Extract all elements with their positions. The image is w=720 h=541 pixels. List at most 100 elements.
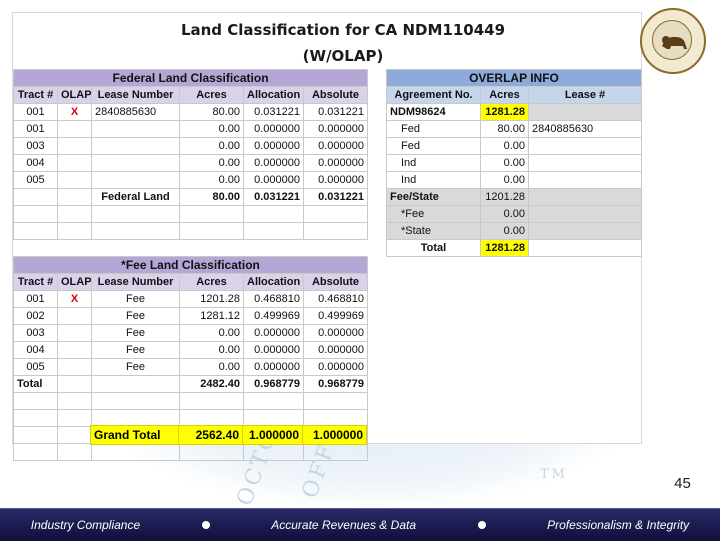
acres-cell: 0.00 xyxy=(179,154,244,172)
acres-cell: 0.00 xyxy=(480,137,529,155)
lease-cell: Fee xyxy=(91,307,180,325)
overlap-total-acres: 1281.28 xyxy=(480,239,529,257)
column-header: Acres xyxy=(480,86,529,104)
table-row: Ind 0.00 xyxy=(386,171,642,189)
column-header: Acres xyxy=(179,86,244,104)
lease-cell xyxy=(528,103,642,121)
table-row: Ind 0.00 xyxy=(386,154,642,172)
total-acres: 80.00 xyxy=(179,188,244,206)
table-row: 005 Fee 0.00 0.000000 0.000000 xyxy=(13,358,369,376)
acres-cell: 80.00 xyxy=(480,120,529,138)
tract-cell: 004 xyxy=(13,154,58,172)
grand-total-absolute: 1.000000 xyxy=(302,425,367,445)
agreement-acres: 1281.28 xyxy=(480,103,529,121)
allocation-cell: 0.000000 xyxy=(243,120,304,138)
acres-cell: 0.00 xyxy=(179,341,244,359)
column-header: Lease Number xyxy=(91,273,180,291)
fee-state-acres: 1201.28 xyxy=(480,188,529,206)
olap-cell xyxy=(57,341,92,359)
tract-cell: 005 xyxy=(13,358,58,376)
grand-total-row: Grand Total 2562.40 1.000000 1.000000 xyxy=(90,425,367,445)
allocation-cell: 0.499969 xyxy=(243,307,304,325)
absolute-cell: 0.000000 xyxy=(302,154,369,172)
total-allocation: 0.968779 xyxy=(243,375,304,393)
absolute-cell: 0.031221 xyxy=(302,103,369,121)
lease-cell: 2840885630 xyxy=(91,103,180,121)
fee-label: *Fee xyxy=(386,205,481,223)
federal-total-row: Federal Land 80.00 0.031221 0.031221 xyxy=(13,188,369,206)
olap-cell xyxy=(57,307,92,325)
acres-cell: 1281.12 xyxy=(179,307,244,325)
tract-cell: 001 xyxy=(13,103,58,121)
olap-cell: X xyxy=(57,290,92,308)
agreement-row: NDM98624 1281.28 xyxy=(386,103,642,121)
column-header: Acres xyxy=(179,273,244,291)
total-absolute: 0.031221 xyxy=(302,188,369,206)
fee-state-row: Fee/State 1201.28 xyxy=(386,188,642,206)
tract-cell: 001 xyxy=(13,120,58,138)
column-header: OLAP xyxy=(57,273,92,291)
allocation-cell: 0.031221 xyxy=(243,103,304,121)
olap-cell xyxy=(57,120,92,138)
lease-cell: Fee xyxy=(91,358,180,376)
column-header: Absolute xyxy=(302,273,369,291)
footer-item-industry-compliance: Industry Compliance xyxy=(30,518,141,532)
tract-cell: 002 xyxy=(13,307,58,325)
table-row: 003 Fee 0.00 0.000000 0.000000 xyxy=(13,324,369,342)
absolute-cell: 0.000000 xyxy=(302,171,369,189)
column-header: OLAP xyxy=(57,86,92,104)
grand-total-acres: 2562.40 xyxy=(178,425,243,445)
column-header: Agreement No. xyxy=(386,86,481,104)
tract-cell: 003 xyxy=(13,137,58,155)
bullet-icon xyxy=(201,521,210,529)
lease-cell: 2840885630 xyxy=(528,120,642,138)
total-absolute: 0.968779 xyxy=(302,375,369,393)
absolute-cell: 0.000000 xyxy=(302,324,369,342)
olap-cell xyxy=(57,137,92,155)
total-label: Total xyxy=(13,375,58,393)
lease-cell xyxy=(528,137,642,155)
fee-table-header: *Fee Land Classification xyxy=(12,256,369,274)
lease-cell xyxy=(91,120,180,138)
column-header: Lease Number xyxy=(91,86,180,104)
total-acres: 2482.40 xyxy=(179,375,244,393)
olap-cell xyxy=(57,171,92,189)
acres-cell: 80.00 xyxy=(179,103,244,121)
overlap-table-header: OVERLAP INFO xyxy=(386,69,642,87)
table-row: 001 0.00 0.000000 0.000000 xyxy=(13,120,369,138)
column-header: Allocation xyxy=(243,86,304,104)
acres-cell: 0.00 xyxy=(179,120,244,138)
column-header: Lease # xyxy=(528,86,642,104)
lease-cell: Fee xyxy=(91,341,180,359)
fee-state-label: Fee/State xyxy=(386,188,481,206)
agreement-number: NDM98624 xyxy=(386,103,481,121)
table-row: 004 Fee 0.00 0.000000 0.000000 xyxy=(13,341,369,359)
fee-row: *Fee 0.00 xyxy=(386,205,642,223)
footer-bar: Industry Compliance Accurate Revenues & … xyxy=(0,508,720,541)
absolute-cell: 0.468810 xyxy=(302,290,369,308)
tract-cell: 001 xyxy=(13,290,58,308)
table-row: 001 X Fee 1201.28 0.468810 0.468810 xyxy=(13,290,369,308)
lease-cell: Fee xyxy=(91,324,180,342)
table-row: 005 0.00 0.000000 0.000000 xyxy=(13,171,369,189)
absolute-cell: 0.000000 xyxy=(302,358,369,376)
column-header: Tract # xyxy=(13,86,58,104)
allocation-cell: 0.000000 xyxy=(243,137,304,155)
watermark-tm: TM xyxy=(540,467,568,482)
tract-cell: 005 xyxy=(13,171,58,189)
lease-cell xyxy=(528,171,642,189)
footer-item-professionalism: Professionalism & Integrity xyxy=(547,518,690,532)
state-label: *State xyxy=(386,222,481,240)
tract-cell: 003 xyxy=(13,324,58,342)
absolute-cell: 0.499969 xyxy=(302,307,369,325)
tract-cell: 004 xyxy=(13,341,58,359)
lease-cell xyxy=(91,171,180,189)
olap-cell xyxy=(57,358,92,376)
allocation-cell: 0.000000 xyxy=(243,324,304,342)
federal-land-table: Federal Land Classification Tract # OLAP… xyxy=(12,69,369,240)
state-row: *State 0.00 xyxy=(386,222,642,240)
allocation-cell: 0.000000 xyxy=(243,341,304,359)
acres-cell: 0.00 xyxy=(179,324,244,342)
bison-icon xyxy=(662,36,687,49)
department-seal-logo xyxy=(640,8,706,74)
